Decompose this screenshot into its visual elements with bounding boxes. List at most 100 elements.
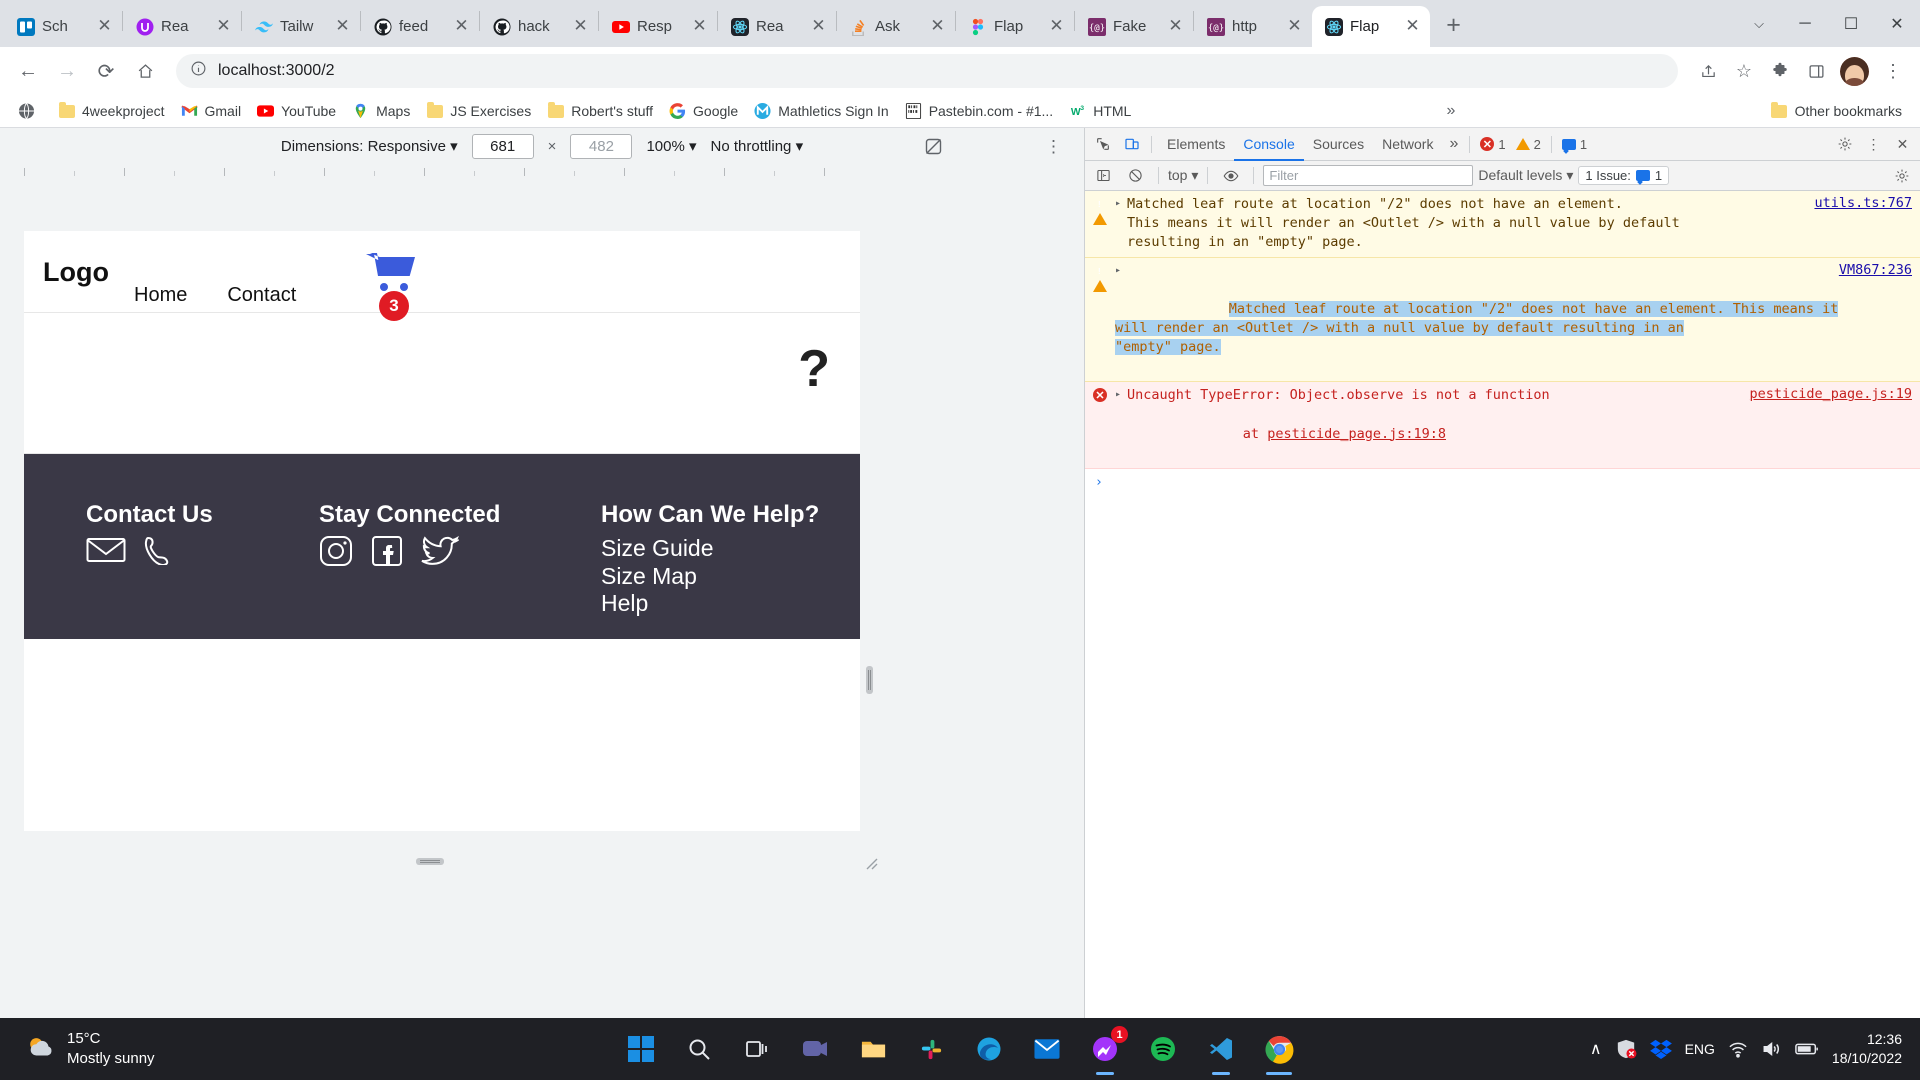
- close-tab-icon[interactable]: ✕: [1404, 17, 1421, 35]
- browser-tab[interactable]: Sch ✕: [4, 6, 122, 47]
- facebook-icon[interactable]: [371, 535, 403, 567]
- console-context-select[interactable]: top ▾: [1168, 167, 1198, 184]
- gear-icon[interactable]: [1831, 131, 1858, 157]
- browser-tab[interactable]: hack ✕: [480, 6, 598, 47]
- devtools-tab-network[interactable]: Network: [1373, 128, 1442, 161]
- browser-tab[interactable]: {@} http ✕: [1194, 6, 1312, 47]
- shopping-cart-icon[interactable]: [364, 251, 416, 295]
- email-icon[interactable]: [86, 535, 126, 565]
- phone-icon[interactable]: [144, 535, 178, 565]
- device-mode-menu-button[interactable]: ⋮: [1045, 137, 1062, 157]
- bookmarks-overflow-button[interactable]: »: [1437, 102, 1466, 120]
- devtools-more-tabs-button[interactable]: »: [1444, 135, 1463, 153]
- expand-arrow-icon[interactable]: ▸: [1115, 195, 1121, 252]
- browser-tab[interactable]: Rea ✕: [123, 6, 241, 47]
- bookmark-item[interactable]: Maps: [344, 99, 418, 124]
- close-window-button[interactable]: ✕: [1874, 5, 1920, 43]
- twitter-icon[interactable]: [421, 535, 459, 567]
- devtools-menu-button[interactable]: ⋮: [1860, 131, 1887, 157]
- viewport-resize-handle-corner[interactable]: [862, 854, 878, 870]
- console-message-source[interactable]: pesticide_page.js:19: [1739, 386, 1912, 402]
- weather-widget[interactable]: 15°C Mostly sunny: [26, 1029, 155, 1070]
- footer-link-help[interactable]: Help: [601, 590, 819, 618]
- browser-tab[interactable]: feed ✕: [361, 6, 479, 47]
- console-message-source[interactable]: utils.ts:767: [1804, 195, 1912, 252]
- viewport-resize-handle-bottom[interactable]: [416, 858, 444, 865]
- task-view-button[interactable]: [736, 1028, 778, 1070]
- battery-icon[interactable]: [1795, 1041, 1819, 1057]
- tab-search-icon[interactable]: ⌵: [1736, 5, 1782, 43]
- warning-count-badge[interactable]: 2: [1512, 137, 1545, 152]
- bookmark-item[interactable]: [10, 99, 50, 124]
- console-prompt[interactable]: ›: [1085, 469, 1920, 496]
- inspect-cursor-icon[interactable]: [1089, 131, 1116, 157]
- profile-avatar[interactable]: [1840, 56, 1869, 86]
- antivirus-icon[interactable]: [1615, 1039, 1637, 1059]
- console-message-error[interactable]: ✕ ▸ Uncaught TypeError: Object.observe i…: [1085, 382, 1920, 469]
- close-tab-icon[interactable]: ✕: [453, 17, 470, 35]
- forward-button[interactable]: →: [49, 53, 85, 89]
- viewport-height-input[interactable]: 482: [570, 133, 633, 159]
- address-bar[interactable]: localhost:3000/2: [176, 54, 1678, 88]
- maximize-button[interactable]: ☐: [1828, 5, 1874, 43]
- bookmark-item[interactable]: Pastebin.com - #1...: [897, 99, 1062, 124]
- extensions-puzzle-icon[interactable]: [1763, 54, 1797, 88]
- console-message-source[interactable]: VM867:236: [1839, 262, 1912, 278]
- nav-link-home[interactable]: Home: [134, 284, 187, 307]
- bookmark-item[interactable]: Robert's stuff: [539, 99, 661, 124]
- bookmark-item[interactable]: YouTube: [249, 99, 344, 124]
- bookmark-star-icon[interactable]: ☆: [1727, 54, 1761, 88]
- network-icon[interactable]: [1728, 1040, 1748, 1058]
- other-bookmarks-folder[interactable]: Other bookmarks: [1763, 99, 1910, 124]
- close-tab-icon[interactable]: ✕: [334, 17, 351, 35]
- search-button[interactable]: [678, 1028, 720, 1070]
- bookmark-item[interactable]: JS Exercises: [418, 99, 539, 124]
- dimensions-select[interactable]: Dimensions: Responsive ▾: [281, 137, 458, 155]
- device-toolbar-icon[interactable]: [1118, 131, 1145, 157]
- viewport-resize-handle-right[interactable]: [866, 666, 873, 694]
- file-explorer-button[interactable]: [852, 1028, 894, 1070]
- rotate-icon[interactable]: [923, 136, 944, 157]
- bookmark-item[interactable]: Gmail: [173, 99, 250, 124]
- help-question-mark[interactable]: ?: [798, 339, 830, 399]
- clear-console-icon[interactable]: [1122, 163, 1149, 189]
- console-stack-link[interactable]: pesticide_page.js:19:8: [1267, 426, 1446, 442]
- mail-button[interactable]: [1026, 1028, 1068, 1070]
- messenger-button[interactable]: 1: [1084, 1026, 1128, 1075]
- taskbar-clock[interactable]: 12:36 18/10/2022: [1832, 1030, 1902, 1068]
- site-info-icon[interactable]: [190, 60, 207, 82]
- bookmark-item[interactable]: Mathletics Sign In: [746, 99, 897, 124]
- console-settings-gear-icon[interactable]: [1888, 163, 1915, 189]
- close-tab-icon[interactable]: ✕: [215, 17, 232, 35]
- chrome-menu-button[interactable]: ⋮: [1876, 54, 1910, 88]
- reload-button[interactable]: ⟳: [88, 53, 124, 89]
- minimize-button[interactable]: ─: [1782, 5, 1828, 43]
- start-button[interactable]: [620, 1028, 662, 1070]
- close-tab-icon[interactable]: ✕: [572, 17, 589, 35]
- message-count-badge[interactable]: 1: [1558, 137, 1591, 152]
- close-tab-icon[interactable]: ✕: [691, 17, 708, 35]
- site-logo[interactable]: Logo: [43, 257, 109, 288]
- close-tab-icon[interactable]: ✕: [1048, 17, 1065, 35]
- volume-icon[interactable]: [1761, 1040, 1782, 1058]
- tray-overflow-button[interactable]: ∧: [1590, 1039, 1602, 1059]
- bookmark-item[interactable]: Google: [661, 99, 746, 124]
- live-expression-icon[interactable]: [1217, 163, 1244, 189]
- share-icon[interactable]: [1691, 54, 1725, 88]
- side-panel-icon[interactable]: [1799, 54, 1833, 88]
- browser-tab[interactable]: Ask ✕: [837, 6, 955, 47]
- console-message-warning[interactable]: ▸ Matched leaf route at location "/2" do…: [1085, 191, 1920, 259]
- console-levels-select[interactable]: Default levels ▾: [1478, 167, 1573, 184]
- teams-button[interactable]: [794, 1028, 836, 1070]
- throttling-select[interactable]: No throttling ▾: [711, 137, 804, 155]
- vscode-button[interactable]: [1200, 1028, 1242, 1075]
- browser-tab[interactable]: Flap ✕: [956, 6, 1074, 47]
- close-tab-icon[interactable]: ✕: [810, 17, 827, 35]
- home-button[interactable]: [127, 53, 163, 89]
- dropbox-icon[interactable]: [1649, 1039, 1672, 1059]
- console-sidebar-icon[interactable]: [1090, 163, 1117, 189]
- close-tab-icon[interactable]: ✕: [1167, 17, 1184, 35]
- footer-link-size-map[interactable]: Size Map: [601, 563, 819, 591]
- devtools-tab-elements[interactable]: Elements: [1158, 128, 1234, 161]
- issues-pill[interactable]: 1 Issue: 1: [1578, 166, 1670, 185]
